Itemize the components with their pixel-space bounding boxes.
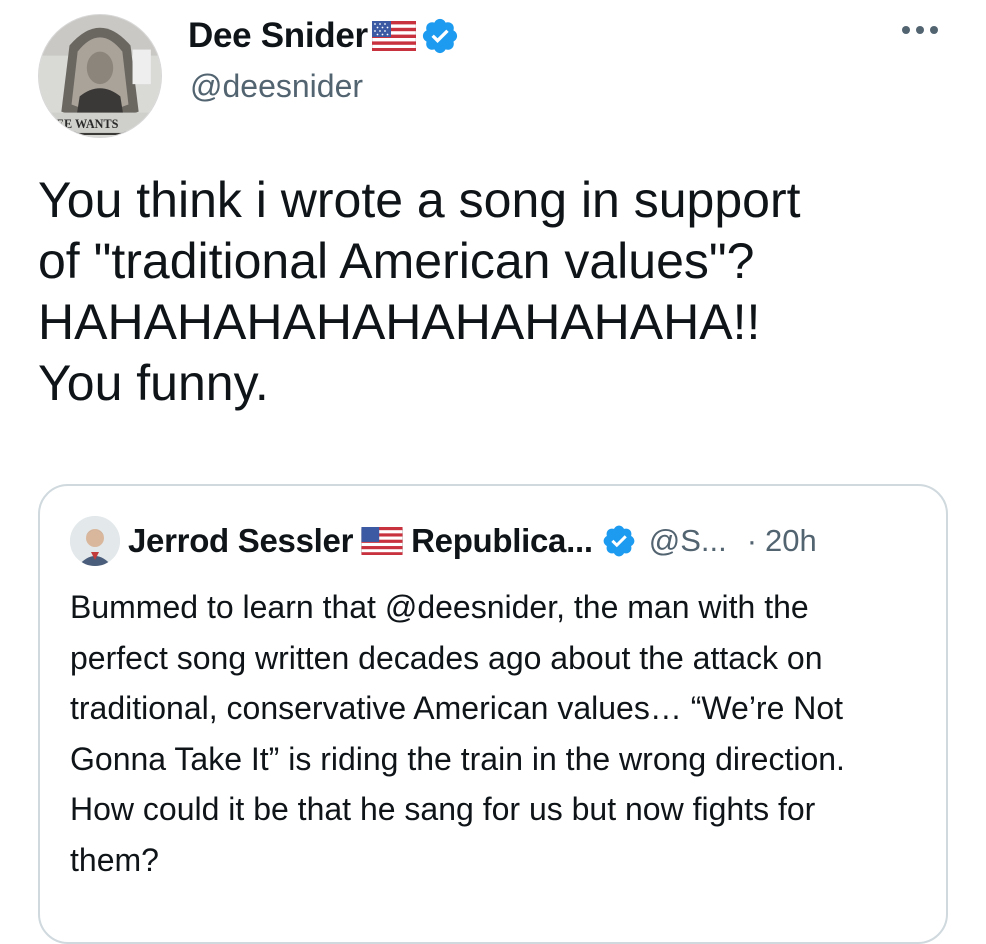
more-dot: [916, 26, 924, 34]
author-avatar[interactable]: DEE WANTS: [38, 14, 162, 138]
quoted-author-avatar: [70, 516, 120, 566]
more-icon[interactable]: [902, 26, 938, 34]
tweet-card: DEE WANTS Dee Snider @deesnider You thin…: [0, 0, 986, 944]
tweet-text: You think i wrote a song in support of "…: [38, 172, 801, 411]
avatar-caption: DEE WANTS: [47, 117, 118, 131]
quoted-tweet[interactable]: Jerrod Sessler Republica... @S... · 20h …: [38, 484, 948, 944]
us-flag-icon: [361, 527, 404, 555]
verified-badge-icon: [420, 16, 460, 56]
more-dot: [902, 26, 910, 34]
author-handle[interactable]: @deesnider: [190, 68, 363, 105]
avatar-image: DEE WANTS: [39, 15, 161, 137]
quoted-tweet-header: Jerrod Sessler Republica... @S... · 20h: [70, 516, 817, 566]
quoted-author-handle[interactable]: @S...: [649, 523, 727, 559]
quoted-timestamp[interactable]: 20h: [765, 523, 817, 559]
us-flag-icon: [371, 21, 416, 51]
author-display-name[interactable]: Dee Snider: [188, 16, 368, 56]
author-name-row: Dee Snider: [188, 16, 460, 56]
quoted-author-name[interactable]: Jerrod Sessler: [128, 522, 353, 560]
more-dot: [930, 26, 938, 34]
separator-dot: ·: [746, 523, 758, 558]
quoted-tweet-text: Bummed to learn that @deesnider, the man…: [70, 589, 845, 878]
quoted-author-name-suffix: Republica...: [411, 522, 593, 559]
verified-badge-icon: [601, 523, 637, 559]
